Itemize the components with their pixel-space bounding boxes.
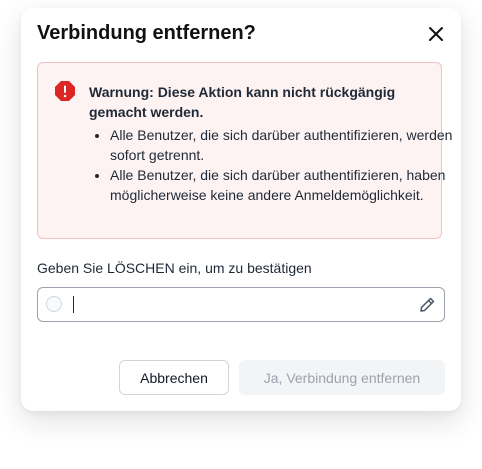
circle-icon bbox=[46, 296, 62, 312]
remove-connection-dialog: Verbindung entfernen? Warnung: Diese Akt… bbox=[21, 8, 461, 411]
close-icon bbox=[429, 27, 443, 41]
warning-list: Alle Benutzer, die sich darüber authenti… bbox=[89, 125, 455, 205]
cancel-button[interactable]: Abbrechen bbox=[119, 360, 229, 395]
warning-octagon-icon bbox=[55, 81, 75, 101]
dialog-title: Verbindung entfernen? bbox=[37, 22, 256, 44]
warning-callout: Warnung: Diese Aktion kann nicht rückgän… bbox=[37, 62, 452, 239]
warning-heading: Warnung: Diese Aktion kann nicht rückgän… bbox=[89, 84, 396, 120]
warning-item: Alle Benutzer, die sich darüber authenti… bbox=[110, 165, 455, 205]
remove-connection-button[interactable]: Ja, Verbindung entfernen bbox=[239, 360, 445, 395]
confirm-input-field[interactable] bbox=[37, 287, 445, 322]
confirm-label: Geben Sie LÖSCHEN ein, um zu bestätigen bbox=[37, 260, 312, 276]
pencil-icon[interactable] bbox=[419, 296, 436, 313]
warning-item: Alle Benutzer, die sich darüber authenti… bbox=[110, 125, 455, 165]
confirm-text-input[interactable] bbox=[71, 294, 401, 315]
close-button[interactable] bbox=[425, 23, 447, 45]
text-cursor bbox=[73, 296, 74, 313]
